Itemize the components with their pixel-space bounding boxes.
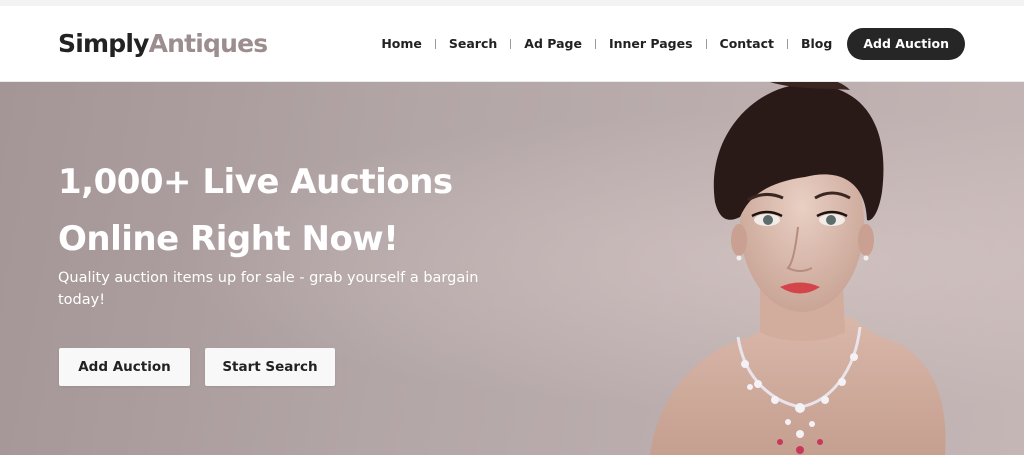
- hero-banner: 1,000+ Live Auctions Online Right Now! Q…: [0, 82, 1024, 455]
- nav-search[interactable]: Search: [436, 28, 510, 60]
- nav-ad-page[interactable]: Ad Page: [511, 28, 595, 60]
- hero-title-line-1: 1,000+ Live Auctions: [58, 162, 453, 202]
- nav-home[interactable]: Home: [368, 28, 435, 60]
- add-auction-nav-button[interactable]: Add Auction: [847, 28, 965, 60]
- nav-contact[interactable]: Contact: [707, 28, 787, 60]
- main-nav: Home Search Ad Page Inner Pages Contact …: [368, 28, 965, 60]
- nav-blog[interactable]: Blog: [788, 28, 845, 60]
- hero-title: 1,000+ Live Auctions Online Right Now!: [58, 154, 618, 268]
- add-auction-button[interactable]: Add Auction: [59, 348, 190, 386]
- logo-text-accent: Antiques: [148, 29, 269, 58]
- hero-subtitle: Quality auction items up for sale - grab…: [58, 270, 479, 308]
- nav-inner-pages[interactable]: Inner Pages: [596, 28, 706, 60]
- site-logo[interactable]: SimplyAntiques: [58, 24, 269, 64]
- hero-title-line-2: Online Right Now!: [58, 219, 399, 259]
- model-portrait-image: [650, 82, 946, 455]
- site-header: SimplyAntiques Home Search Ad Page Inner…: [0, 6, 1024, 82]
- start-search-button[interactable]: Start Search: [205, 348, 335, 386]
- logo-text-primary: Simply: [58, 29, 149, 58]
